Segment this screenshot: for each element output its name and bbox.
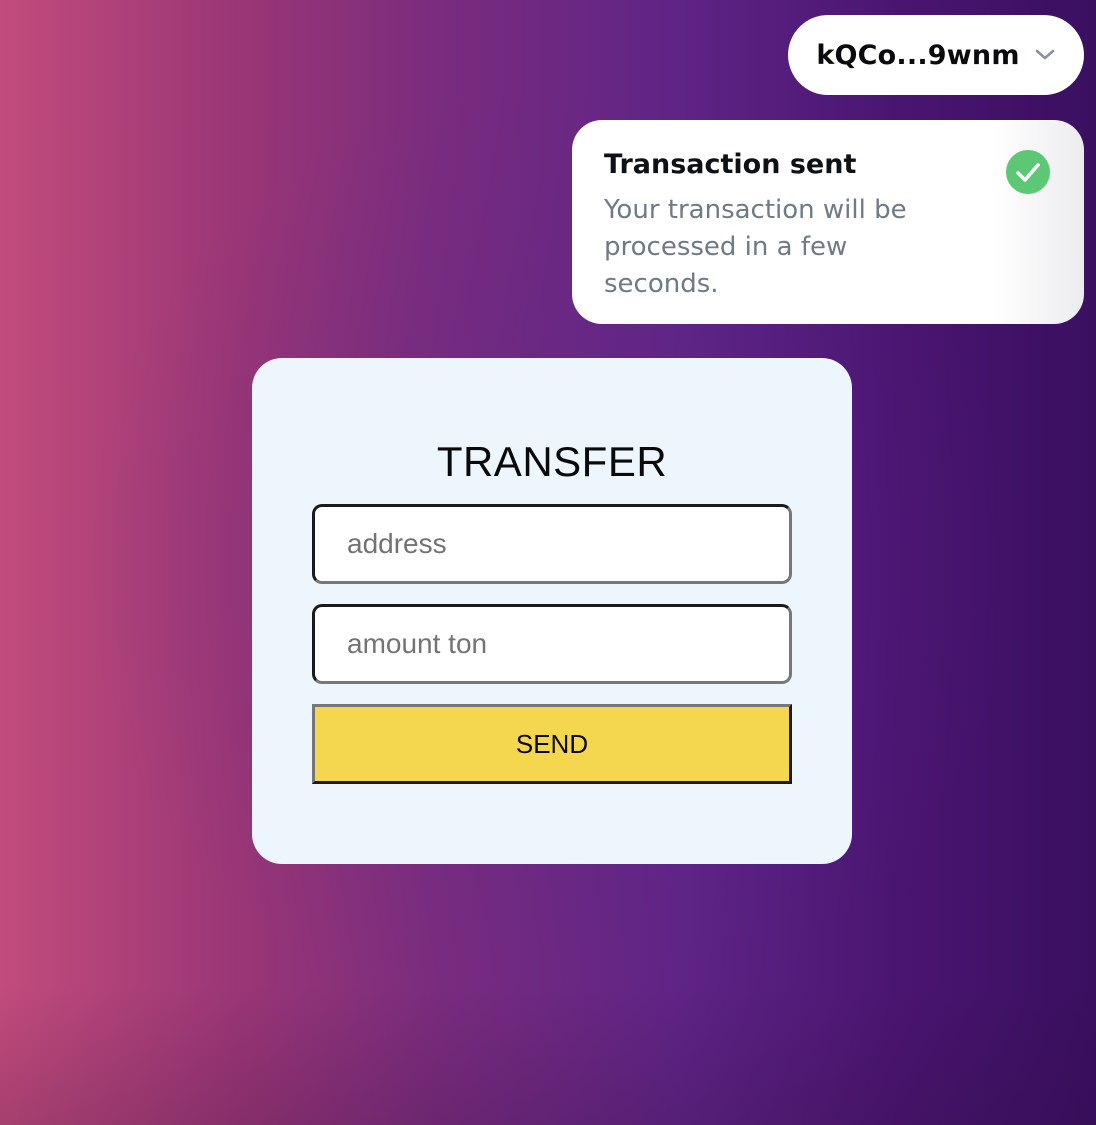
wallet-account-button[interactable]: kQCo...9wnm [788,15,1084,95]
chevron-down-icon [1035,49,1054,60]
wallet-address: kQCo...9wnm [816,39,1020,71]
toast-title: Transaction sent [604,149,857,180]
app-background: kQCo...9wnm Transaction sent Your transa… [0,0,1096,1125]
transfer-title: TRANSFER [436,438,668,485]
amount-input[interactable] [312,604,792,684]
send-button[interactable]: SEND [312,704,792,784]
transaction-toast: Transaction sent Your transaction will b… [572,120,1084,324]
toast-message: Your transaction will be processed in a … [604,195,907,299]
check-circle-icon [1006,150,1050,194]
address-input[interactable] [312,504,792,584]
